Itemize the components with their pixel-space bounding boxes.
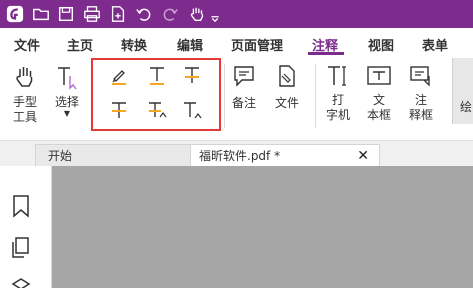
tab-start[interactable]: 开始	[35, 144, 195, 166]
hand-tool-icon[interactable]	[187, 4, 207, 24]
underline-text-icon[interactable]	[146, 64, 168, 86]
select-button[interactable]: 选择 ▼	[50, 64, 84, 118]
tab-document-label: 福昕软件.pdf *	[199, 149, 281, 163]
active-tab-underline	[308, 52, 344, 55]
select-text-icon	[58, 67, 77, 90]
select-dropdown-arrow-icon[interactable]: ▼	[50, 110, 84, 118]
typewriter-button[interactable]: 打 字机	[323, 64, 353, 123]
tab-view[interactable]: 视图	[368, 35, 394, 54]
textbox-icon	[367, 66, 391, 85]
redo-icon[interactable]	[160, 4, 180, 24]
draw-button[interactable]: 绘	[452, 58, 473, 124]
typewriter-icon	[328, 66, 346, 86]
tab-form[interactable]: 表单	[422, 35, 448, 54]
bookmark-icon[interactable]	[10, 194, 32, 218]
close-icon[interactable]: ✕	[357, 148, 369, 164]
undo-icon[interactable]	[134, 4, 154, 24]
print-icon[interactable]	[82, 4, 102, 24]
tab-file[interactable]: 文件	[14, 35, 40, 54]
app-logo-icon[interactable]	[5, 4, 25, 24]
strikethrough-text-icon[interactable]	[181, 64, 203, 86]
open-folder-icon[interactable]	[31, 4, 51, 24]
hand-icon	[16, 67, 33, 87]
hand-tool-label-line1: 手型	[12, 95, 37, 109]
note-label: 备注	[231, 96, 256, 110]
note-button[interactable]: 备注	[229, 64, 259, 111]
file-attachment-icon	[279, 65, 295, 87]
menu-bar: 文件 主页 转换 编辑 页面管理 注释 视图 表单	[0, 28, 473, 58]
replace-text-icon[interactable]	[146, 99, 168, 121]
highlight-icon[interactable]	[108, 64, 130, 86]
save-icon[interactable]	[56, 4, 76, 24]
insert-text-icon[interactable]	[108, 99, 130, 121]
pages-thumbnail-icon[interactable]	[10, 236, 32, 260]
layers-icon[interactable]	[10, 276, 32, 288]
callout-label-line2: 释框	[408, 108, 433, 122]
textbox-label-line1: 文	[372, 93, 385, 107]
typewriter-label-line2: 字机	[325, 108, 350, 122]
ribbon-separator	[315, 64, 316, 128]
ribbon-separator	[224, 64, 225, 128]
new-file-icon[interactable]	[108, 4, 128, 24]
textbox-label-line2: 本框	[366, 108, 391, 122]
file-attachment-label: 文件	[274, 96, 299, 110]
callout-button[interactable]: 注 释框	[406, 64, 436, 123]
hand-tool-label-line2: 工具	[12, 110, 37, 124]
tab-document[interactable]: 福昕软件.pdf * ✕	[190, 144, 380, 166]
hand-tool-button[interactable]: 手型 工具	[8, 64, 42, 125]
note-icon	[234, 66, 254, 87]
left-navigation-panel	[0, 166, 52, 288]
tab-home[interactable]: 主页	[67, 35, 93, 54]
draw-label: 绘	[460, 100, 473, 114]
select-label: 选择	[54, 95, 79, 109]
insert-caret-icon[interactable]	[181, 99, 203, 121]
typewriter-label-line1: 打	[331, 93, 344, 107]
callout-icon	[410, 66, 430, 87]
tab-page-management[interactable]: 页面管理	[231, 35, 283, 54]
file-attachment-button[interactable]: 文件	[272, 64, 302, 111]
document-viewer-area[interactable]	[52, 166, 473, 288]
tab-convert[interactable]: 转换	[121, 35, 147, 54]
tab-start-label: 开始	[48, 149, 73, 163]
tab-edit[interactable]: 编辑	[177, 35, 203, 54]
textbox-button[interactable]: 文 本框	[364, 64, 394, 123]
customize-arrow-icon[interactable]	[208, 4, 222, 24]
title-bar	[0, 0, 473, 28]
callout-label-line1: 注	[414, 93, 427, 107]
